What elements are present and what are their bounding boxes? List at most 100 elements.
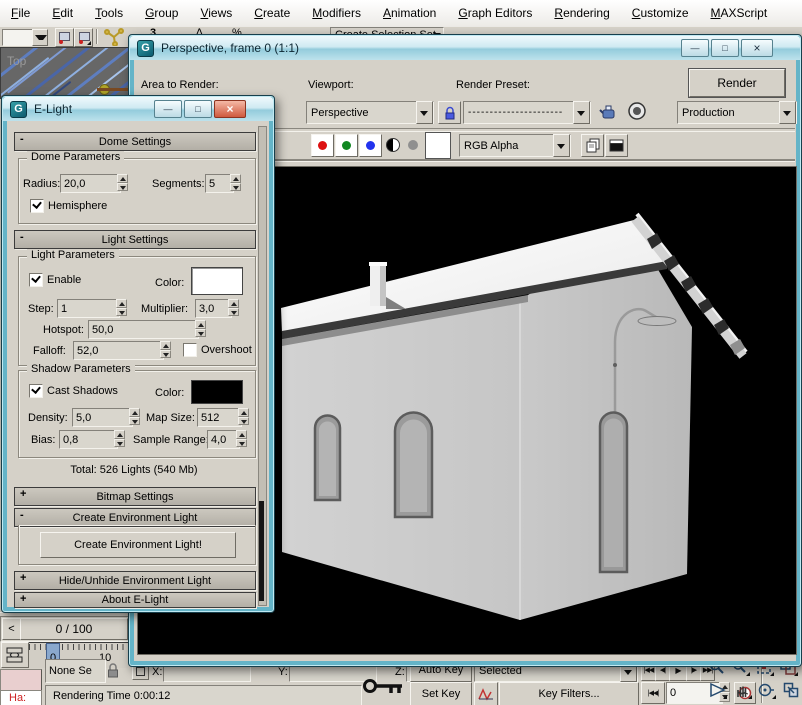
go-start-icon: |◀◀ [644, 666, 654, 674]
elight-close-button[interactable]: × [214, 100, 246, 118]
arc-rotate-button[interactable] [755, 680, 777, 700]
red-channel-button[interactable] [311, 134, 334, 157]
selection-lock-icon[interactable] [106, 662, 120, 678]
create-environment-light-button[interactable]: Create Environment Light! [40, 532, 236, 558]
menu-file[interactable]: File [0, 0, 41, 26]
collapse-icon[interactable]: - [20, 133, 24, 145]
rollout-dome-settings[interactable]: - Dome Settings [14, 132, 256, 151]
chevron-down-icon[interactable] [416, 101, 433, 124]
time-slider-prev-button[interactable]: < [2, 618, 21, 640]
step-field[interactable]: 1 [57, 299, 120, 318]
rollout-bitmap-settings[interactable]: + Bitmap Settings [14, 487, 256, 506]
rfw-close-button[interactable]: × [741, 39, 773, 57]
hotspot-field[interactable]: 50,0 [88, 320, 199, 339]
rfw-maximize-button[interactable]: □ [711, 39, 739, 57]
mirror-button[interactable] [55, 28, 74, 47]
background-color-swatch[interactable] [425, 132, 451, 159]
align-button[interactable] [74, 28, 93, 47]
expand-icon[interactable]: + [20, 488, 26, 500]
cast-shadows-checkbox[interactable] [29, 384, 43, 398]
keyboard-shortcut-override-toggle[interactable] [362, 671, 408, 705]
listener-pink-row[interactable] [0, 669, 42, 691]
rollout-about[interactable]: + About E-Light [14, 592, 256, 608]
multiplier-field[interactable]: 3,0 [195, 299, 232, 318]
viewport-combo[interactable]: Perspective [306, 101, 434, 124]
menu-customize[interactable]: Customize [621, 0, 700, 26]
enable-checkbox[interactable] [29, 273, 43, 287]
menu-rendering[interactable]: Rendering [543, 0, 620, 26]
menu-create[interactable]: Create [243, 0, 301, 26]
time-slider-handle[interactable]: 0 / 100 [20, 618, 128, 640]
sample-range-spinner[interactable] [236, 430, 247, 447]
render-preset-combo[interactable]: ---------------------- [463, 101, 591, 124]
channel-display-combo[interactable]: RGB Alpha [459, 134, 571, 157]
select-and-manipulate-icon[interactable] [104, 27, 124, 46]
rollout-light-settings[interactable]: - Light Settings [14, 230, 256, 249]
expand-icon[interactable]: + [20, 572, 26, 584]
hemisphere-checkbox[interactable] [30, 199, 44, 213]
overshoot-checkbox[interactable] [183, 343, 197, 357]
set-key-button[interactable]: Set Key [410, 682, 472, 705]
bias-field[interactable]: 0,8 [59, 430, 118, 449]
falloff-field[interactable]: 52,0 [73, 341, 164, 360]
time-slider-track[interactable]: < 0 / 100 [0, 616, 130, 642]
expand-icon[interactable]: + [20, 593, 26, 605]
menu-edit[interactable]: Edit [41, 0, 84, 26]
chevron-down-icon[interactable] [573, 101, 590, 124]
environment-dialog-button[interactable] [625, 99, 649, 123]
copy-image-button[interactable] [581, 134, 604, 157]
field-of-view-button[interactable] [706, 680, 728, 700]
radius-spinner[interactable] [117, 174, 128, 191]
rollout-hide-unhide[interactable]: + Hide/Unhide Environment Light [14, 571, 256, 590]
named-selection-dropdown-icon[interactable] [32, 29, 48, 46]
elight-minimize-button[interactable]: — [154, 100, 182, 118]
monochrome-button[interactable] [385, 137, 401, 153]
alpha-channel-button[interactable] [407, 139, 419, 151]
elight-scrollbar-thumb[interactable] [259, 501, 264, 601]
rfw-minimize-button[interactable]: — [681, 39, 709, 57]
menu-animation[interactable]: Animation [372, 0, 447, 26]
clone-rendered-frame-button[interactable] [605, 134, 628, 157]
maximize-viewport-toggle[interactable] [780, 680, 802, 700]
density-field[interactable]: 5,0 [72, 408, 133, 427]
render-button[interactable]: Render [689, 69, 785, 97]
key-mode-toggle[interactable]: |◀◀| [641, 682, 665, 704]
menu-graph-editors[interactable]: Graph Editors [447, 0, 543, 26]
collapse-icon[interactable]: - [20, 509, 24, 521]
pan-button[interactable] [731, 680, 753, 700]
default-in-out-tangent-button[interactable] [474, 682, 498, 705]
density-spinner[interactable] [129, 408, 140, 425]
map-size-spinner[interactable] [238, 408, 249, 425]
chevron-down-icon[interactable] [779, 101, 796, 124]
falloff-spinner[interactable] [160, 341, 171, 358]
key-filters-button[interactable]: Key Filters... [499, 682, 639, 705]
green-channel-button[interactable] [335, 134, 358, 157]
menu-views[interactable]: Views [189, 0, 243, 26]
light-color-swatch[interactable] [191, 267, 243, 295]
menu-maxscript[interactable]: MAXScript [700, 0, 779, 26]
radius-field[interactable]: 20,0 [60, 174, 121, 193]
listener-white-row[interactable]: Ha: [0, 690, 42, 705]
map-size-field[interactable]: 512 [197, 408, 242, 427]
menu-tools[interactable]: Tools [84, 0, 134, 26]
menu-modifiers[interactable]: Modifiers [301, 0, 372, 26]
segments-spinner[interactable] [230, 174, 241, 191]
blue-channel-button[interactable] [359, 134, 382, 157]
production-mode-combo[interactable]: Production [677, 101, 797, 124]
elight-maximize-button[interactable]: □ [184, 100, 212, 118]
step-spinner[interactable] [116, 299, 127, 316]
viewport-top[interactable]: Top [0, 47, 130, 99]
viewport-label[interactable]: Top [7, 54, 26, 68]
viewport-lock-button[interactable] [438, 101, 461, 124]
mini-curve-editor-button[interactable] [1, 642, 29, 668]
collapse-icon[interactable]: - [20, 231, 24, 243]
elight-scrollbar[interactable] [258, 126, 267, 606]
hotspot-spinner[interactable] [195, 320, 206, 337]
named-selection-field[interactable] [2, 29, 34, 46]
shadow-color-swatch[interactable] [191, 380, 243, 404]
bias-spinner[interactable] [114, 430, 125, 447]
render-setup-button[interactable] [597, 99, 621, 123]
chevron-down-icon[interactable] [553, 134, 570, 157]
menu-group[interactable]: Group [134, 0, 189, 26]
multiplier-spinner[interactable] [228, 299, 239, 316]
